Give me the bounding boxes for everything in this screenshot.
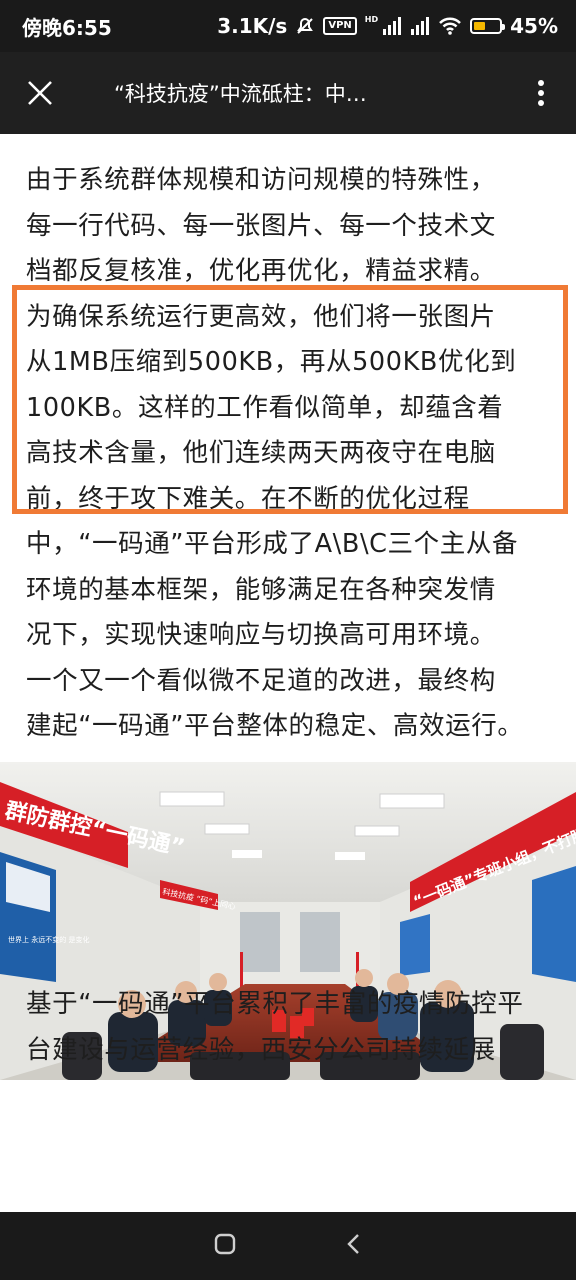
article-paragraph-2: 基于“一码通”平台累积了丰富的疫情防控平 台建设与运营经验，西安分公司持续延展 [26,982,566,1078]
network-speed: 3.1K/s [217,14,288,38]
status-bar: 傍晚6:55 3.1K/s VPN HD 45% [0,0,576,52]
battery-percent: 45% [510,14,558,38]
nav-bar: “科技抗疫”中流砥柱：中… [0,52,576,134]
battery-level [474,22,485,30]
text-line: 建起“一码通”平台整体的稳定、高效运行。 [26,711,524,741]
text-line: 每一行代码、每一张图片、每一个技术文 [26,210,496,241]
back-chevron-icon [347,1234,359,1254]
hd-label: HD [364,14,379,24]
text-line: 由于系统群体规模和访问规模的特殊性， [26,165,496,195]
signal-icon [382,17,402,35]
page-title: “科技抗疫”中流砥柱：中… [114,82,367,106]
home-square-icon [214,1233,236,1255]
more-button[interactable] [506,52,576,134]
text-line: 一个又一个看似微不足道的改进，最终构 [26,665,496,696]
home-button[interactable] [214,1233,236,1259]
poster-text: 世界上 永远不变的 是变化 [8,935,89,944]
more-vertical-icon [538,80,544,106]
battery-icon [470,18,506,34]
close-icon [28,81,52,105]
back-button[interactable] [346,1233,362,1259]
mute-icon [295,16,315,36]
vpn-icon: VPN [323,17,357,35]
text-line: 环境的基本框架，能够满足在各种突发情 [26,574,496,605]
status-icons: 3.1K/s VPN HD 45% [217,14,558,38]
text-line: 台建设与运营经验，西安分公司持续延展 [26,1034,496,1065]
text-line: 况下，实现快速响应与切换高可用环境。 [26,620,496,650]
highlight-box [12,285,568,514]
signal-icon-2 [410,17,430,35]
text-line: 基于“一码通”平台累积了丰富的疫情防控平 [26,989,524,1019]
close-button[interactable] [0,52,80,134]
status-time: 傍晚6:55 [22,15,112,40]
system-nav-bar [0,1212,576,1280]
text-line: 中，“一码通”平台形成了A\B\C三个主从备 [26,529,519,559]
wifi-icon [438,17,462,35]
